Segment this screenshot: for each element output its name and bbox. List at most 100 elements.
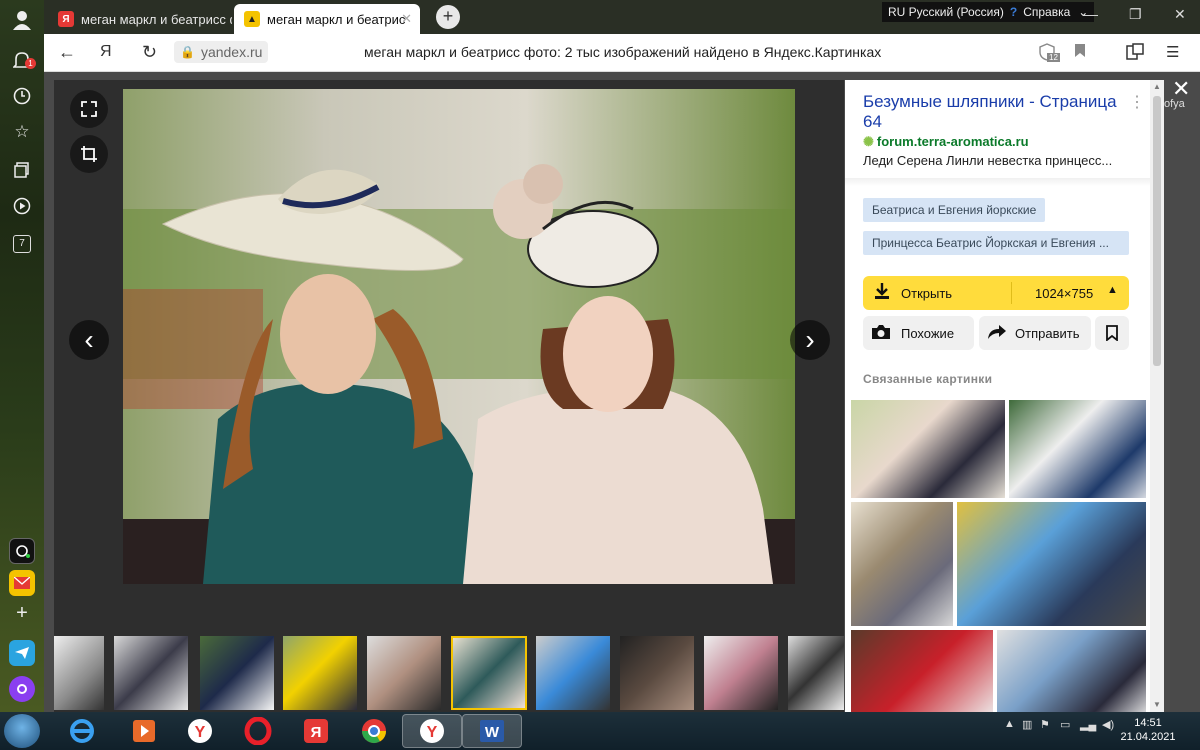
related-image[interactable] <box>1009 400 1146 498</box>
tag-chip[interactable]: Беатриса и Евгения йоркские <box>863 198 1046 222</box>
similar-button[interactable]: Похожие <box>863 316 974 350</box>
share-arrow-icon <box>987 324 1007 343</box>
panel-scrollbar[interactable]: ▲ ▼ <box>1150 80 1164 712</box>
tab-search-2[interactable]: ▲ меган маркл и беатрис ✕ <box>234 4 420 34</box>
source-site-link[interactable]: ✺ forum.terra-aromatica.ru <box>863 134 1029 150</box>
site-favicon-icon: ✺ <box>863 134 874 149</box>
tab-search-1[interactable]: Я меган маркл и беатрисс ф <box>48 4 232 34</box>
history-icon[interactable] <box>8 82 36 110</box>
crop-button[interactable] <box>70 135 108 173</box>
tray-volume-icon[interactable]: ◀) <box>1102 718 1114 731</box>
open-image-button[interactable]: Открыть 1024×755 ▲ <box>863 276 1129 310</box>
yandex-browser-active-icon[interactable]: Y <box>402 714 462 748</box>
source-title-link[interactable]: Безумные шляпники - Страница 64 <box>863 92 1133 132</box>
scroll-up-icon[interactable]: ▲ <box>1153 82 1161 91</box>
lock-icon: 🔒 <box>180 45 195 59</box>
scroll-down-icon[interactable]: ▼ <box>1153 700 1161 709</box>
related-image[interactable] <box>851 400 1005 498</box>
notification-badge: 1 <box>25 58 36 69</box>
svg-text:Y: Y <box>195 724 206 741</box>
tray-signal-icon[interactable]: ▂▄ <box>1080 718 1096 731</box>
extensions-icon[interactable] <box>1126 43 1144 65</box>
back-icon[interactable]: ← <box>58 42 76 63</box>
system-clock[interactable]: 14:51 21.04.2021 <box>1120 716 1176 744</box>
close-tab-icon[interactable]: ✕ <box>401 11 412 27</box>
url-box[interactable]: 🔒 yandex.ru <box>174 41 269 63</box>
profile-icon[interactable] <box>8 6 36 34</box>
add-app-icon[interactable]: + <box>9 600 35 626</box>
thumbnail[interactable] <box>536 636 610 710</box>
tray-flag-icon[interactable]: ⚑ <box>1040 718 1050 731</box>
menu-icon[interactable]: ☰ <box>1166 43 1179 61</box>
new-tab-button[interactable]: + <box>436 5 460 29</box>
taskbar: Y Я Y W ▲ ▥ ⚑ ▭ ▂▄ ◀) 14:51 21.04.2021 <box>0 712 1200 750</box>
thumbnail[interactable] <box>367 636 441 710</box>
collections-icon[interactable] <box>8 156 36 184</box>
language-indicator[interactable]: RU Русский (Россия) ? Справка ⌄ <box>882 2 1095 22</box>
thumbnail[interactable] <box>200 636 274 710</box>
ie-icon[interactable] <box>52 714 112 748</box>
chrome-icon[interactable] <box>344 714 404 748</box>
messenger-app-icon[interactable] <box>9 640 35 666</box>
related-image[interactable] <box>851 502 953 626</box>
fullscreen-button[interactable] <box>70 90 108 128</box>
size-select[interactable]: 1024×755 <box>1035 286 1093 301</box>
image-info-panel: Безумные шляпники - Страница 64 ⋮ ✺ forum… <box>845 80 1150 712</box>
yandex-browser-icon[interactable]: Y <box>170 714 230 748</box>
main-image[interactable] <box>123 89 795 584</box>
yandex-app-icon[interactable]: Я <box>286 714 346 748</box>
related-image[interactable] <box>851 630 993 712</box>
bookmarks-star-icon[interactable]: ☆ <box>8 118 36 146</box>
thumbnail[interactable] <box>114 636 188 710</box>
counter-icon[interactable]: 7 <box>8 230 36 258</box>
images-favicon-icon: ▲ <box>244 11 260 27</box>
thumbnail[interactable] <box>54 636 104 710</box>
browser-sidebar: 1 ☆ 7 + <box>0 0 44 712</box>
tab-bar: Я меган маркл и беатрисс ф ▲ меган маркл… <box>44 0 1200 34</box>
source-description: Леди Серена Линли невестка принцесс... <box>863 153 1113 168</box>
camera-app-icon[interactable] <box>9 538 35 564</box>
tray-battery-icon[interactable]: ▭ <box>1060 718 1070 731</box>
viewer-stage: ‹ › <box>54 80 844 712</box>
address-bar: ← Я ↻ 🔒 yandex.ru меган маркл и беатрисс… <box>44 34 1200 72</box>
restore-icon[interactable]: ❐ <box>1129 6 1142 23</box>
next-image-button[interactable]: › <box>790 320 830 360</box>
word-icon[interactable]: W <box>462 714 522 748</box>
minimize-icon[interactable]: — <box>1084 6 1098 22</box>
thumbnail[interactable] <box>620 636 694 710</box>
notifications-icon[interactable]: 1 <box>8 46 36 74</box>
related-images-header: Связанные картинки <box>863 372 993 386</box>
tray-arrow-icon[interactable]: ▲ <box>1004 718 1015 730</box>
tray-network-icon[interactable]: ▥ <box>1022 718 1032 731</box>
media-player-icon[interactable] <box>114 714 174 748</box>
mail-app-icon[interactable] <box>9 570 35 596</box>
thumbnail[interactable] <box>283 636 357 710</box>
thumbnail[interactable] <box>788 636 844 710</box>
image-viewer: ‹ › Безумные шляпники - Страница 64 ⋮ ✺ f… <box>44 72 1200 712</box>
tab-title: меган маркл и беатрис <box>267 11 406 27</box>
related-image[interactable] <box>997 630 1146 712</box>
scroll-thumb[interactable] <box>1153 96 1161 366</box>
protect-icon[interactable]: 12 <box>1038 43 1060 65</box>
reload-icon[interactable]: ↻ <box>142 42 157 63</box>
alice-assistant-icon[interactable] <box>9 676 35 702</box>
prev-image-button[interactable]: ‹ <box>69 320 109 360</box>
start-button[interactable] <box>4 714 40 748</box>
close-window-icon[interactable]: ✕ <box>1174 6 1186 23</box>
thumbnail-selected[interactable] <box>451 636 527 710</box>
thumbnail-strip <box>54 628 844 710</box>
video-play-icon[interactable] <box>8 192 36 220</box>
opera-icon[interactable] <box>228 714 288 748</box>
more-options-icon[interactable]: ⋮ <box>1129 92 1145 112</box>
related-image[interactable] <box>957 502 1146 626</box>
background-text: ofya <box>1164 98 1185 110</box>
svg-text:W: W <box>485 724 500 741</box>
divider <box>845 178 1150 186</box>
bookmark-icon[interactable] <box>1074 43 1086 62</box>
tab-title: меган маркл и беатрисс ф <box>81 11 232 27</box>
thumbnail[interactable] <box>704 636 778 710</box>
save-bookmark-button[interactable] <box>1095 316 1129 350</box>
share-button[interactable]: Отправить <box>979 316 1091 350</box>
yandex-home-icon[interactable]: Я <box>100 43 112 61</box>
tag-chip[interactable]: Принцесса Беатрис Йоркская и Евгения ... <box>863 231 1129 255</box>
